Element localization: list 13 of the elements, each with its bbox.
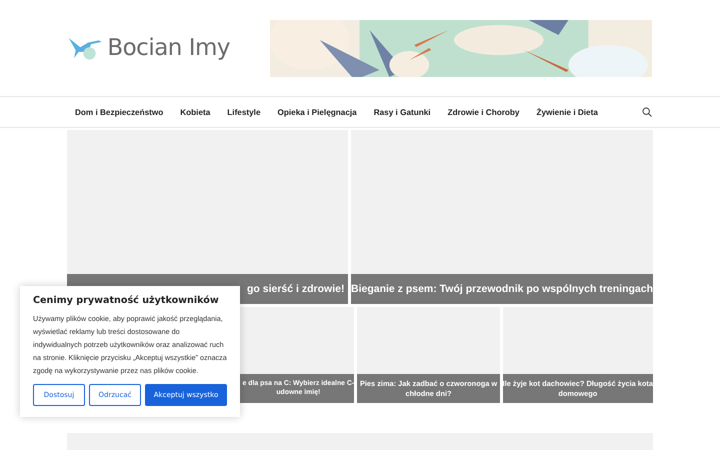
site-logo-text[interactable]: Bocian Imy [107,35,230,61]
cookie-title: Cenimy prywatność użytkowników [33,295,220,306]
nav-link[interactable]: Lifestyle [227,108,261,116]
nav-link[interactable]: Opieka i Pielęgnacja [278,108,357,116]
post-title[interactable]: go sierść i zdrowie! [247,283,344,295]
nav-link[interactable]: Zdrowie i Choroby [448,108,520,116]
search-icon[interactable] [642,107,652,117]
nav-link[interactable]: Żywienie i Dieta [536,108,598,116]
nav-link[interactable]: Dom i Bezpieczeństwo [75,108,164,116]
post-card[interactable]: Bieganie z psem: Twój przewodnik po wspólnych treningach [350,130,653,304]
post-title[interactable]: Bieganie z psem: Twój przewodnik po wspólnych treningach [350,283,653,295]
nav-link[interactable]: Kobieta [180,108,210,116]
nav-link[interactable]: Rasy i Gatunki [374,108,431,116]
